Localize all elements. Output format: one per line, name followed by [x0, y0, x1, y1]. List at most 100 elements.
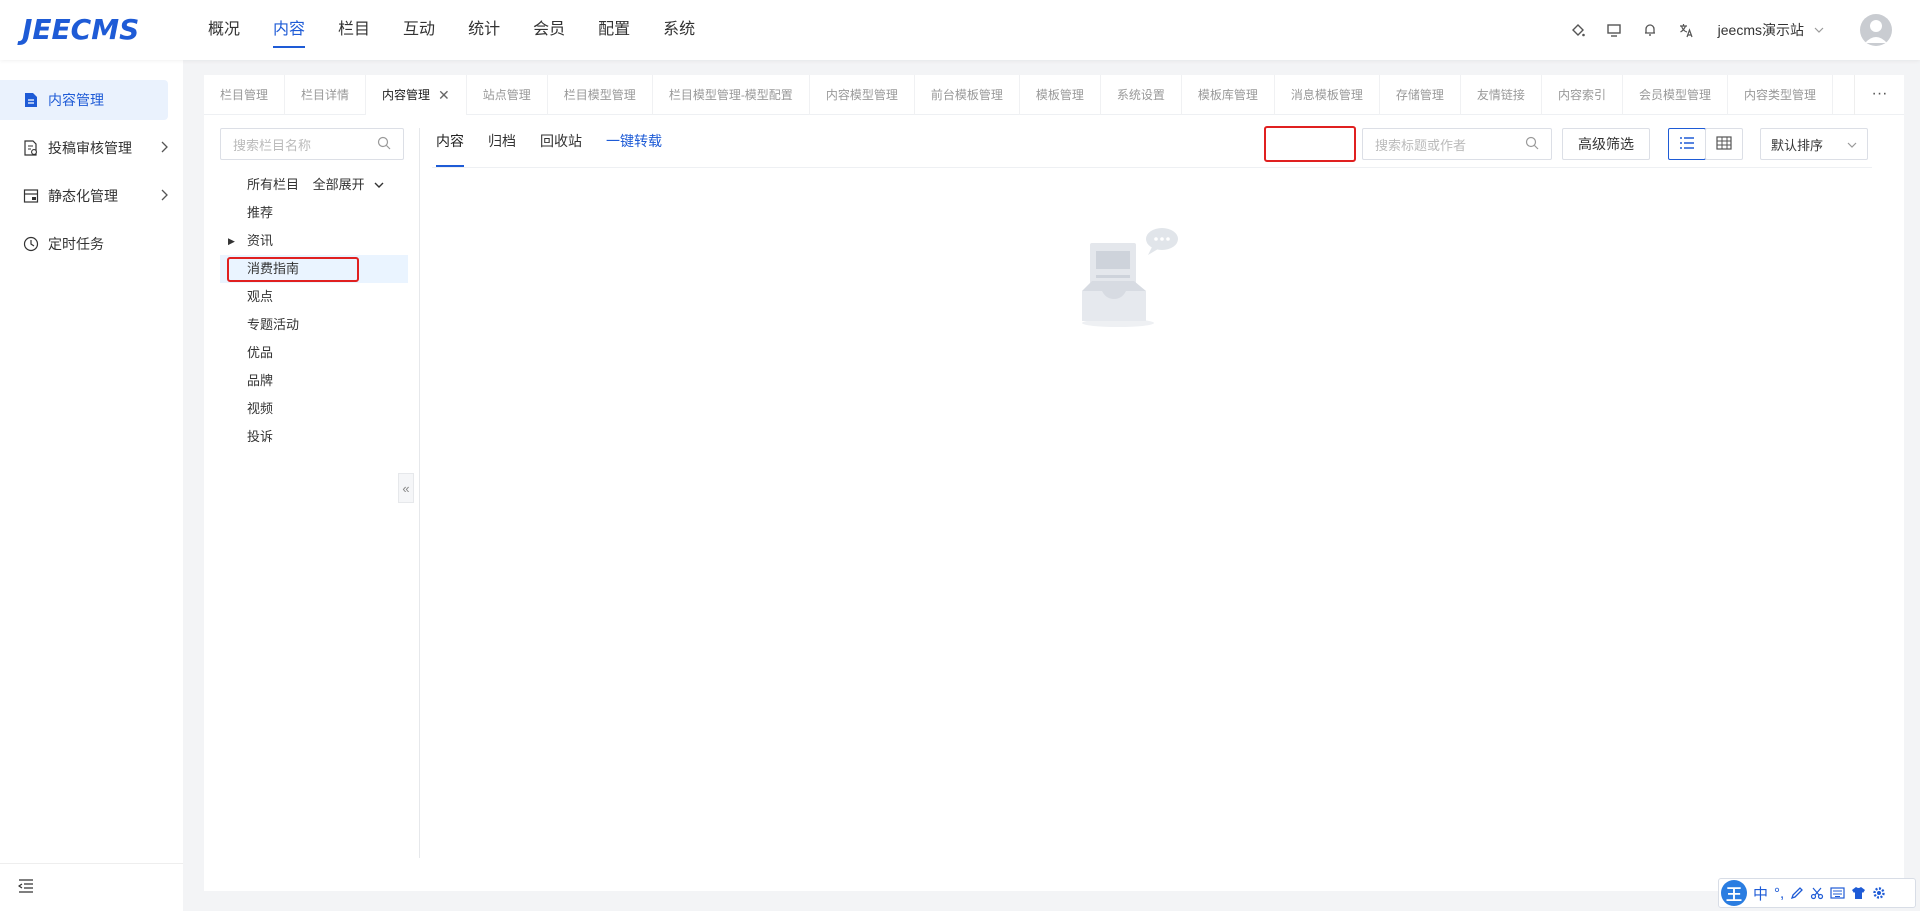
- nav-item-overview[interactable]: 概况: [208, 0, 240, 60]
- tabs-more-button[interactable]: ···: [1854, 75, 1904, 115]
- list-view-icon: [1679, 136, 1695, 153]
- nav-item-system[interactable]: 系统: [663, 0, 695, 60]
- content-tabs: 内容 归档 回收站 一键转载: [436, 115, 686, 167]
- sidebar: 内容管理 投稿审核管理 静态化管理 定时任务: [0, 60, 183, 911]
- nav-item-statistics[interactable]: 统计: [468, 0, 500, 60]
- ime-punctuation-toggle[interactable]: °,: [1774, 885, 1784, 902]
- tree-node[interactable]: 推荐: [220, 199, 408, 227]
- document-icon: [22, 91, 40, 109]
- tab-strip: 栏目管理 栏目详情 内容管理 ✕ 站点管理 栏目模型管理 栏目模型管理-模型配置…: [204, 74, 1904, 115]
- search-placeholder: 搜索栏目名称: [233, 137, 312, 153]
- advanced-filter-button[interactable]: 高级筛选: [1562, 128, 1650, 160]
- tree-node[interactable]: 视频: [220, 395, 408, 423]
- bell-icon[interactable]: [1632, 12, 1668, 48]
- tab-channel-model-config[interactable]: 栏目模型管理-模型配置: [653, 74, 810, 115]
- top-bar: JEECMS 概况 内容 栏目 互动 统计 会员 配置 系统 jeecms演示站: [0, 0, 1920, 60]
- tab-recycle-bin[interactable]: 回收站: [540, 115, 582, 167]
- sidebar-item-label: 静态化管理: [48, 188, 118, 204]
- tab-content[interactable]: 内容: [436, 115, 464, 167]
- avatar[interactable]: [1860, 14, 1892, 46]
- tree-node[interactable]: 观点: [220, 283, 408, 311]
- sidebar-item-label: 定时任务: [48, 236, 104, 252]
- sidebar-item-scheduled-task[interactable]: 定时任务: [0, 224, 168, 264]
- content-panel: 搜索栏目名称 所有栏目 全部展开 推荐 ▶ 资讯 消费指南 观点 专题活动 优品…: [204, 115, 1904, 891]
- tab-label: 内容管理: [382, 87, 431, 102]
- nav-item-interaction[interactable]: 互动: [403, 0, 435, 60]
- tree-node[interactable]: 专题活动: [220, 311, 408, 339]
- tab-site-manage[interactable]: 站点管理: [467, 74, 548, 115]
- static-icon: [22, 187, 40, 205]
- tab-channel-model[interactable]: 栏目模型管理: [548, 74, 653, 115]
- caret-right-icon[interactable]: ▶: [228, 227, 235, 255]
- gear-icon[interactable]: [1872, 886, 1886, 900]
- tab-storage-manage[interactable]: 存储管理: [1380, 74, 1461, 115]
- empty-filter-slot[interactable]: [1266, 128, 1354, 160]
- empty-state-illustration: [1076, 225, 1186, 335]
- site-name: jeecms演示站: [1717, 22, 1804, 38]
- close-icon[interactable]: ✕: [438, 75, 450, 115]
- clock-icon: [22, 235, 40, 253]
- expand-all-button[interactable]: 全部展开: [313, 177, 385, 192]
- tab-friend-links[interactable]: 友情链接: [1461, 74, 1542, 115]
- monitor-icon[interactable]: [1596, 12, 1632, 48]
- tab-message-template[interactable]: 消息模板管理: [1275, 74, 1380, 115]
- tree-root-all-channels[interactable]: 所有栏目 全部展开: [220, 171, 408, 199]
- tab-archive[interactable]: 归档: [488, 115, 516, 167]
- tree-node-consumer-guide[interactable]: 消费指南: [220, 255, 408, 283]
- nav-item-member[interactable]: 会员: [533, 0, 565, 60]
- translate-icon[interactable]: [1668, 12, 1704, 48]
- audit-icon: [22, 139, 40, 157]
- tab-content-index[interactable]: 内容索引: [1542, 74, 1623, 115]
- sidebar-item-submission-audit[interactable]: 投稿审核管理: [0, 128, 168, 168]
- panel-divider: [419, 128, 420, 858]
- chevron-down-icon: [1847, 137, 1857, 152]
- search-icon[interactable]: [377, 136, 391, 153]
- nav-item-content[interactable]: 内容: [273, 0, 306, 60]
- tab-template-library[interactable]: 模板库管理: [1182, 74, 1275, 115]
- tree-node[interactable]: 投诉: [220, 423, 408, 451]
- tab-frontend-template[interactable]: 前台模板管理: [915, 74, 1020, 115]
- channel-search-input[interactable]: 搜索栏目名称: [220, 128, 404, 160]
- tab-system-settings[interactable]: 系统设置: [1101, 74, 1182, 115]
- sidebar-item-content-manage[interactable]: 内容管理: [0, 80, 168, 120]
- nav-item-channel[interactable]: 栏目: [338, 0, 370, 60]
- table-view-button[interactable]: [1705, 128, 1743, 160]
- ime-logo[interactable]: 王: [1721, 880, 1747, 906]
- chevron-right-icon: [160, 140, 168, 156]
- title-author-search-input[interactable]: 搜索标题或作者: [1362, 128, 1552, 160]
- ime-toolbar: 王 中 °,: [1718, 878, 1916, 908]
- collapse-tree-button[interactable]: «: [398, 473, 414, 503]
- table-view-icon: [1716, 135, 1732, 153]
- shirt-icon[interactable]: [1851, 886, 1866, 900]
- tab-channel-detail[interactable]: 栏目详情: [285, 74, 367, 115]
- tab-content-type[interactable]: 内容类型管理: [1728, 74, 1833, 115]
- ime-mode-toggle[interactable]: 中: [1753, 883, 1768, 904]
- tab-template-manage[interactable]: 模板管理: [1020, 74, 1101, 115]
- one-click-repost-link[interactable]: 一键转载: [606, 115, 662, 167]
- tree-node-news[interactable]: ▶ 资讯: [220, 227, 408, 255]
- app-logo[interactable]: JEECMS: [22, 13, 139, 46]
- sidebar-item-label: 内容管理: [48, 92, 104, 108]
- tab-member-model[interactable]: 会员模型管理: [1623, 74, 1728, 115]
- tree-node[interactable]: 优品: [220, 339, 408, 367]
- content-tabs-divider: [432, 167, 1872, 168]
- tab-channel-manage[interactable]: 栏目管理: [204, 74, 286, 115]
- search-icon[interactable]: [1525, 136, 1539, 153]
- header-right: jeecms演示站: [1560, 0, 1920, 60]
- tree-root-label: 所有栏目: [247, 177, 300, 192]
- sort-value: 默认排序: [1771, 137, 1824, 153]
- tab-content-model[interactable]: 内容模型管理: [810, 74, 915, 115]
- scissors-icon[interactable]: [1810, 886, 1824, 900]
- list-view-button[interactable]: [1668, 128, 1706, 160]
- tree-node[interactable]: 品牌: [220, 367, 408, 395]
- sidebar-item-static-manage[interactable]: 静态化管理: [0, 176, 168, 216]
- pen-icon[interactable]: [1790, 886, 1804, 900]
- skin-icon[interactable]: [1560, 12, 1596, 48]
- site-switcher[interactable]: jeecms演示站: [1718, 20, 1824, 40]
- tab-content-manage[interactable]: 内容管理 ✕: [366, 74, 467, 115]
- sort-select[interactable]: 默认排序: [1760, 128, 1868, 160]
- nav-item-config[interactable]: 配置: [598, 0, 630, 60]
- collapse-menu-icon[interactable]: [17, 879, 34, 896]
- keyboard-icon[interactable]: [1830, 887, 1845, 899]
- main-nav: 概况 内容 栏目 互动 统计 会员 配置 系统: [208, 0, 728, 60]
